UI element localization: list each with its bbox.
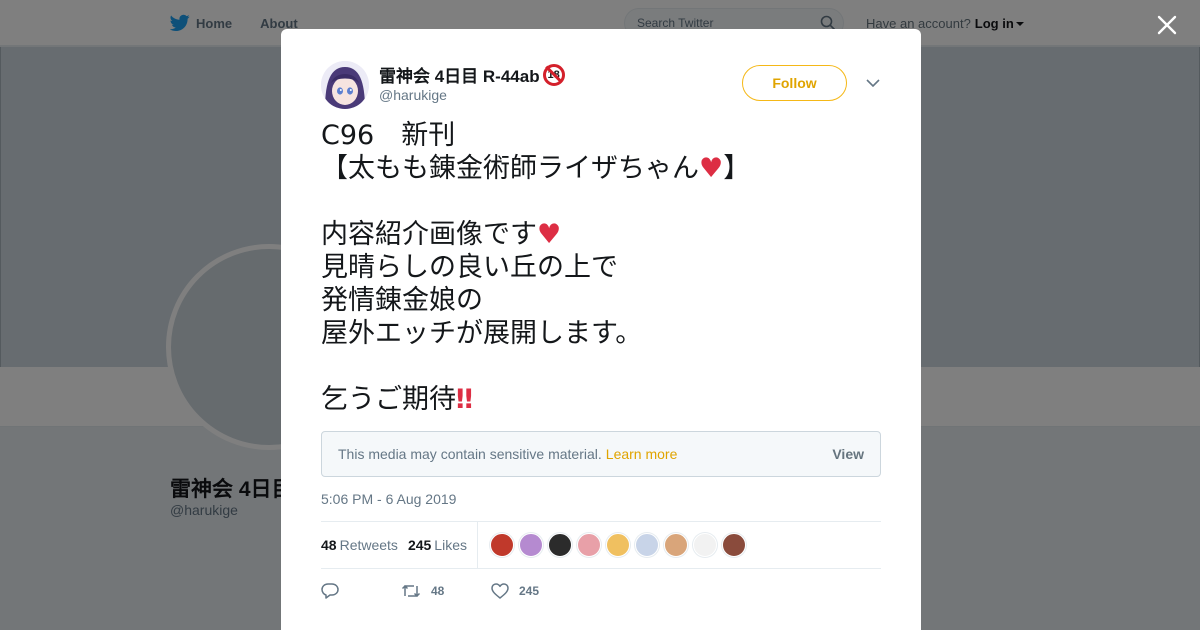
tweet-line: 見晴らしの良い丘の上で xyxy=(321,251,901,284)
tweet-line: C96 新刊 xyxy=(321,119,901,152)
liker-avatar[interactable] xyxy=(489,533,514,557)
tweet-line-text: 【太もも錬金術師ライザちゃん xyxy=(321,153,699,184)
close-button[interactable] xyxy=(1154,12,1180,38)
tweet-line: 発情錬金娘の xyxy=(321,284,901,317)
stats-divider xyxy=(476,521,478,569)
likes-count: 245 xyxy=(407,537,432,553)
tweet-line-text: C96 新刊 xyxy=(321,120,456,151)
tweet-line-text: 見晴らしの良い丘の上で xyxy=(321,252,618,283)
follow-button[interactable]: Follow xyxy=(742,65,847,101)
reply-button[interactable] xyxy=(321,583,401,599)
liker-avatar[interactable] xyxy=(692,533,717,557)
liker-avatar[interactable] xyxy=(634,533,659,557)
learn-more-link[interactable]: Learn more xyxy=(606,446,678,462)
retweet-button[interactable]: 48 xyxy=(401,583,491,599)
tweet-stats: 48 Retweets 245 Likes xyxy=(321,521,881,569)
tweet-line-text: 屋外エッチが展開します。 xyxy=(321,318,643,349)
tweet-line-text: 乞うご期待 xyxy=(321,384,456,415)
tweet-line: 乞うご期待‼ xyxy=(321,383,901,416)
sensitive-media-notice: This media may contain sensitive materia… xyxy=(321,431,881,477)
author-handle[interactable]: @harukige xyxy=(379,87,447,103)
likers-avatars xyxy=(489,533,751,557)
r18-badge-text: 18 xyxy=(547,68,560,81)
tweet-line: 屋外エッチが展開します。 xyxy=(321,317,901,350)
heart-icon xyxy=(491,583,509,599)
likes-stat[interactable]: 245 Likes xyxy=(408,537,467,553)
liker-avatar[interactable] xyxy=(605,533,630,557)
sensitive-text: This media may contain sensitive materia… xyxy=(338,446,602,462)
retweet-action-count: 48 xyxy=(431,584,445,598)
tweet-line: 【太もも錬金術師ライザちゃん♥】 xyxy=(321,152,901,185)
like-button[interactable]: 245 xyxy=(491,583,539,599)
close-icon xyxy=(1157,15,1177,35)
retweets-count: 48 xyxy=(321,537,337,553)
heart-emoji-icon: ♥ xyxy=(699,153,724,184)
like-action-count: 245 xyxy=(519,584,540,598)
author-avatar[interactable] xyxy=(321,61,369,109)
author-name-text: 雷神会 4日目 R-44ab xyxy=(379,67,540,86)
view-media-button[interactable]: View xyxy=(832,446,864,462)
liker-avatar[interactable] xyxy=(547,533,572,557)
double-exclamation-icon: ‼ xyxy=(456,384,473,415)
retweet-icon xyxy=(401,584,421,598)
tweet-line: 内容紹介画像です♥ xyxy=(321,218,901,251)
author-name[interactable]: 雷神会 4日目 R-44ab 18 xyxy=(379,62,565,87)
tweet-line-suffix: 】 xyxy=(723,153,751,184)
likes-label: Likes xyxy=(434,537,467,553)
r18-badge-icon: 18 xyxy=(542,63,565,86)
tweet-line-text: 内容紹介画像です xyxy=(321,219,537,250)
heart-emoji-icon: ♥ xyxy=(537,219,562,250)
retweets-label: Retweets xyxy=(339,537,398,553)
more-options-button[interactable] xyxy=(865,77,881,89)
liker-avatar[interactable] xyxy=(518,533,543,557)
liker-avatar[interactable] xyxy=(721,533,746,557)
tweet-modal: 雷神会 4日目 R-44ab 18 @harukige Follow C96 新… xyxy=(281,29,921,630)
reply-icon xyxy=(321,583,339,599)
tweet-actions: 48 245 xyxy=(321,579,881,603)
retweets-stat[interactable]: 48 Retweets xyxy=(321,537,398,553)
tweet-line-text: 発情錬金娘の xyxy=(321,285,483,316)
liker-avatar[interactable] xyxy=(663,533,688,557)
liker-avatar[interactable] xyxy=(576,533,601,557)
tweet-text: C96 新刊 【太もも錬金術師ライザちゃん♥】 内容紹介画像です♥ 見晴らしの良… xyxy=(321,119,901,416)
tweet-timestamp[interactable]: 5:06 PM - 6 Aug 2019 xyxy=(321,491,456,507)
chevron-down-icon xyxy=(866,79,880,87)
